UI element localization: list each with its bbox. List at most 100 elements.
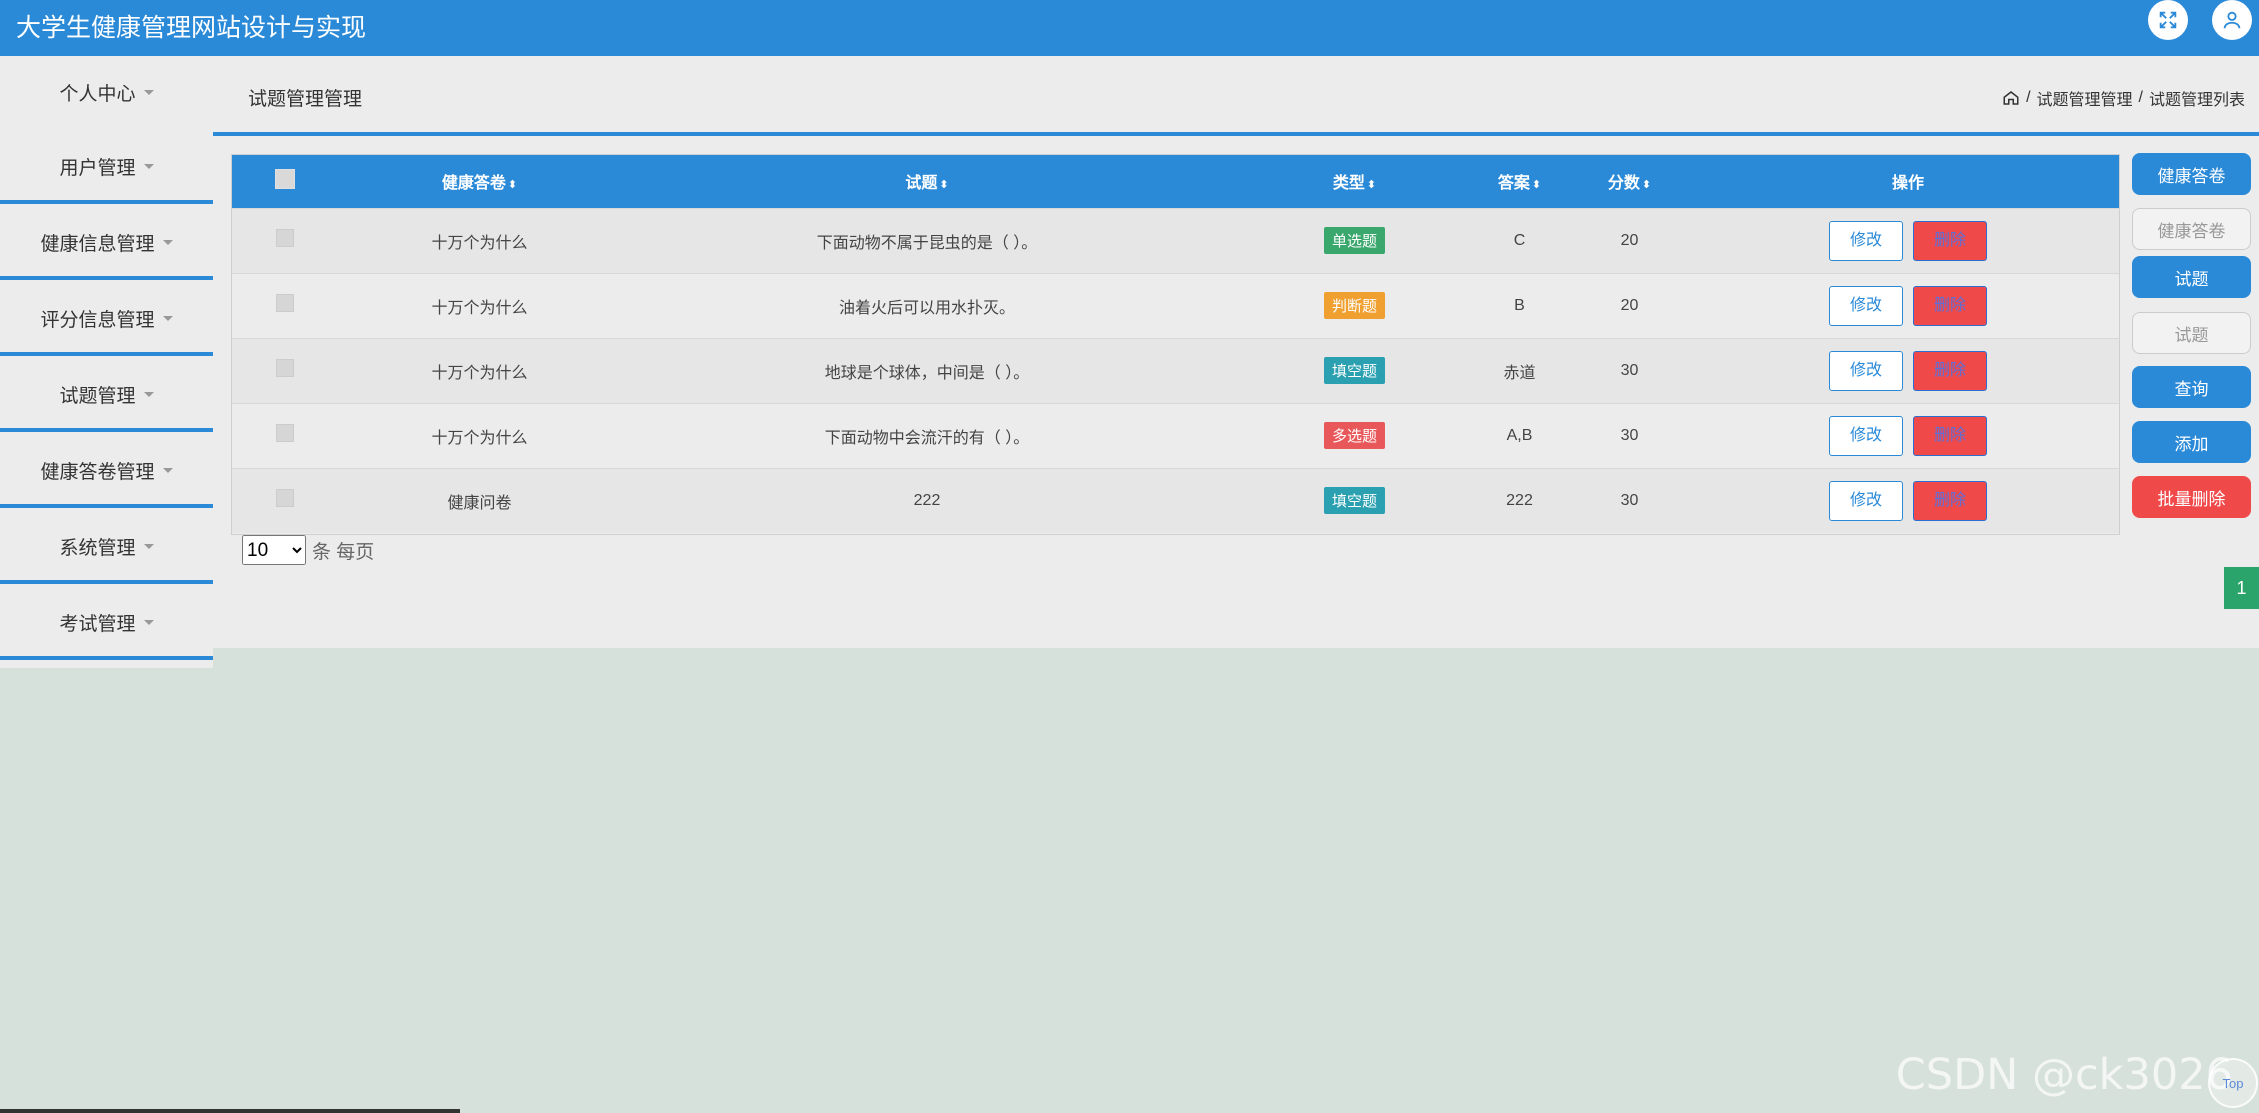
user-avatar-icon[interactable]: [2212, 0, 2252, 40]
sidebar-item-label: 评分信息管理: [40, 309, 155, 331]
cell-score: 30: [1620, 491, 1639, 509]
cell-score: 30: [1620, 426, 1639, 444]
cell-question: 222: [913, 491, 941, 509]
sidebar-item-label: 健康答卷管理: [40, 461, 155, 483]
top-header: 大学生健康管理网站设计与实现: [0, 0, 2259, 56]
type-badge: 填空题: [1323, 487, 1385, 515]
paper-filter-button[interactable]: 健康答卷: [2132, 153, 2251, 195]
cell-answer: A,B: [1506, 426, 1533, 444]
breadcrumb-item: 试题管理列表: [2148, 92, 2245, 109]
cell-answer: 赤道: [1503, 364, 1536, 382]
cell-answer: C: [1513, 231, 1526, 249]
table-row: 十万个为什么 油着火后可以用水扑灭。 判断题 B 20 修改 删除: [232, 273, 2119, 338]
caret-down-icon: [143, 543, 154, 549]
horizontal-scrollbar[interactable]: [0, 1109, 460, 1113]
sidebar-item-exams[interactable]: 考试管理: [0, 588, 213, 660]
sidebar-item-system[interactable]: 系统管理: [0, 512, 213, 584]
column-header-question[interactable]: 试题 ⬍: [622, 155, 1232, 208]
sidebar-item-label: 用户管理: [59, 157, 136, 179]
column-header-paper[interactable]: 健康答卷 ⬍: [337, 155, 622, 208]
question-filter-button[interactable]: 试题: [2132, 256, 2251, 298]
page-header: 试题管理管理 / 试题管理管理 / 试题管理列表: [213, 56, 2259, 136]
search-button[interactable]: 查询: [2132, 366, 2251, 408]
sidebar-item-label: 考试管理: [59, 613, 136, 635]
column-header-type[interactable]: 类型 ⬍: [1232, 155, 1477, 208]
column-header-score[interactable]: 分数 ⬍: [1562, 155, 1697, 208]
cell-paper: 十万个为什么: [431, 299, 528, 317]
page-size-control: 10 条 每页: [242, 535, 374, 565]
cell-question: 下面动物不属于昆虫的是（ ）。: [816, 234, 1038, 252]
row-checkbox[interactable]: [275, 424, 294, 442]
home-icon[interactable]: [2002, 89, 2020, 107]
page-title: 试题管理管理: [248, 89, 363, 110]
sidebar-item-label: 健康信息管理: [40, 233, 155, 255]
sidebar-item-personal-center[interactable]: 个人中心: [0, 56, 213, 128]
select-all-checkbox[interactable]: [274, 168, 295, 189]
cell-paper: 健康问卷: [447, 494, 512, 512]
sort-icon: ⬍: [507, 179, 518, 192]
caret-down-icon: [143, 163, 154, 169]
sort-icon: ⬍: [1641, 179, 1652, 192]
caret-down-icon: [162, 467, 173, 473]
cell-score: 30: [1620, 361, 1639, 379]
delete-button[interactable]: 删除: [1913, 220, 1987, 261]
question-search-input[interactable]: 试题: [2132, 312, 2251, 354]
cell-question: 下面动物中会流汗的有（ ）。: [824, 429, 1030, 447]
sort-icon: ⬍: [1366, 179, 1377, 192]
type-badge: 判断题: [1323, 292, 1385, 319]
page-number-button[interactable]: 1: [2224, 567, 2259, 609]
type-badge: 单选题: [1323, 227, 1385, 254]
column-header-answer[interactable]: 答案 ⬍: [1477, 155, 1562, 208]
sidebar-item-health-info[interactable]: 健康信息管理: [0, 208, 213, 280]
caret-down-icon: [162, 315, 173, 321]
caret-down-icon: [143, 391, 154, 397]
delete-button[interactable]: 删除: [1913, 350, 1987, 391]
back-to-top-button[interactable]: Top: [2208, 1058, 2258, 1108]
page-size-label: 条 每页: [312, 541, 375, 563]
column-header-actions: 操作: [1891, 175, 1924, 193]
row-checkbox[interactable]: [275, 489, 294, 508]
cell-question: 地球是个球体，中间是（ ）。: [824, 364, 1030, 382]
caret-down-icon: [162, 239, 173, 245]
edit-button[interactable]: 修改: [1829, 350, 1903, 391]
delete-button[interactable]: 删除: [1913, 415, 1987, 456]
sidebar-item-rating-info[interactable]: 评分信息管理: [0, 284, 213, 356]
sidebar-item-users[interactable]: 用户管理: [0, 132, 213, 204]
batch-delete-button[interactable]: 批量删除: [2132, 476, 2251, 518]
fullscreen-icon[interactable]: [2148, 0, 2188, 40]
cell-question: 油着火后可以用水扑灭。: [838, 299, 1015, 317]
caret-down-icon: [143, 89, 154, 95]
cell-answer: B: [1514, 296, 1525, 314]
sidebar-item-questions[interactable]: 试题管理: [0, 360, 213, 432]
delete-button[interactable]: 删除: [1913, 480, 1987, 521]
cell-score: 20: [1620, 296, 1639, 314]
table-row: 健康问卷 222 填空题 222 30 修改 删除: [232, 468, 2119, 533]
table-row: 十万个为什么 下面动物中会流汗的有（ ）。 多选题 A,B 30 修改 删除: [232, 403, 2119, 468]
caret-down-icon: [143, 619, 154, 625]
sidebar-item-label: 试题管理: [59, 385, 136, 407]
edit-button[interactable]: 修改: [1829, 220, 1903, 261]
add-button[interactable]: 添加: [2132, 421, 2251, 463]
edit-button[interactable]: 修改: [1829, 415, 1903, 456]
watermark: CSDN @ck3026: [1895, 1050, 2233, 1100]
edit-button[interactable]: 修改: [1829, 480, 1903, 521]
page-size-select[interactable]: 10: [242, 535, 306, 565]
delete-button[interactable]: 删除: [1913, 285, 1987, 326]
cell-answer: 222: [1506, 491, 1533, 509]
table-header-row: 健康答卷 ⬍ 试题 ⬍ 类型 ⬍ 答案 ⬍ 分数 ⬍ 操作: [232, 155, 2119, 208]
row-checkbox[interactable]: [275, 229, 294, 247]
cell-paper: 十万个为什么: [431, 234, 528, 252]
edit-button[interactable]: 修改: [1829, 285, 1903, 326]
sidebar-item-label: 系统管理: [59, 537, 136, 559]
table-row: 十万个为什么 地球是个球体，中间是（ ）。 填空题 赤道 30 修改 删除: [232, 338, 2119, 403]
paper-search-input[interactable]: 健康答卷: [2132, 208, 2251, 250]
row-checkbox[interactable]: [275, 294, 294, 312]
sidebar-item-health-papers[interactable]: 健康答卷管理: [0, 436, 213, 508]
app-title: 大学生健康管理网站设计与实现: [16, 13, 367, 42]
table-row: 十万个为什么 下面动物不属于昆虫的是（ ）。 单选题 C 20 修改 删除: [232, 208, 2119, 273]
cell-score: 20: [1620, 231, 1639, 249]
sidebar-item-label: 个人中心: [59, 83, 136, 105]
breadcrumb-item[interactable]: 试题管理管理: [2037, 86, 2133, 110]
row-checkbox[interactable]: [275, 359, 294, 377]
type-badge: 多选题: [1323, 422, 1385, 449]
